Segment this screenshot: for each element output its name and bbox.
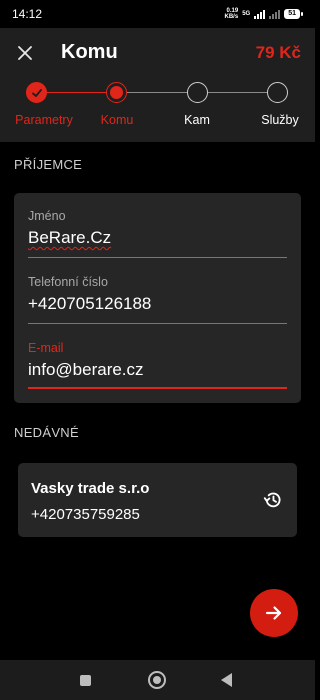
system-navigation-bar <box>0 660 315 700</box>
recents-button[interactable] <box>80 675 91 686</box>
name-field-underline <box>28 257 287 258</box>
history-icon <box>263 492 281 508</box>
step-label-komu: Komu <box>100 113 134 127</box>
battery-icon: 51 <box>284 9 303 19</box>
network-type-label: 5G <box>242 11 251 17</box>
name-field[interactable]: Jméno BeRare.Cz <box>28 209 287 248</box>
phone-field-label: Telefonní číslo <box>28 275 108 289</box>
stepper-line-done <box>47 92 107 93</box>
back-button[interactable] <box>221 673 232 687</box>
name-field-label: Jméno <box>28 209 66 223</box>
status-icons: 0.19 KB/s 5G 51 <box>225 8 303 20</box>
phone-field-value[interactable]: +420705126188 <box>28 294 287 314</box>
signal-icon <box>254 9 266 19</box>
phone-field-underline <box>28 323 287 324</box>
history-button[interactable] <box>262 489 284 511</box>
step-kam[interactable] <box>187 82 208 103</box>
page-title: Komu <box>61 41 118 63</box>
header: Komu 79 Kč Parametry Komu Kam Služby <box>0 28 315 142</box>
recent-contact-item[interactable]: Vasky trade s.r.o +420735759285 <box>18 463 297 537</box>
email-field[interactable]: E-mail info@berare.cz <box>28 341 287 380</box>
step-parametry[interactable] <box>26 82 47 103</box>
progress-stepper: Parametry Komu Kam Služby <box>0 81 315 131</box>
phone-field[interactable]: Telefonní číslo +420705126188 <box>28 275 287 314</box>
status-bar: 14:12 0.19 KB/s 5G 51 <box>0 0 315 28</box>
arrow-right-icon <box>265 606 282 620</box>
email-field-underline <box>28 387 287 389</box>
network-speed: 0.19 KB/s <box>225 8 239 20</box>
section-title-recipient: PŘÍJEMCE <box>14 157 83 172</box>
recent-contact-phone: +420735759285 <box>31 506 140 523</box>
status-time: 14:12 <box>12 7 43 21</box>
recipient-form: Jméno BeRare.Cz Telefonní číslo +4207051… <box>14 193 301 403</box>
recent-contact-name: Vasky trade s.r.o <box>31 480 150 497</box>
section-title-recent: NEDÁVNÉ <box>14 425 79 440</box>
top-app-bar: Komu 79 Kč <box>0 34 315 72</box>
check-icon <box>31 88 42 97</box>
home-button[interactable] <box>148 671 166 689</box>
network-speed-unit: KB/s <box>224 14 239 20</box>
step-sluzby[interactable] <box>267 82 288 103</box>
step-komu[interactable] <box>106 82 127 103</box>
email-field-value[interactable]: info@berare.cz <box>28 360 287 380</box>
email-field-label: E-mail <box>28 341 64 355</box>
next-button[interactable] <box>250 589 298 637</box>
price-label: 79 Kč <box>255 43 301 62</box>
stepper-line <box>127 92 188 93</box>
close-icon <box>18 46 32 60</box>
step-label-kam: Kam <box>184 113 210 127</box>
name-field-value[interactable]: BeRare.Cz <box>28 228 111 247</box>
signal-secondary-icon <box>269 9 281 19</box>
home-icon <box>153 676 161 684</box>
network-type: 5G <box>242 11 250 17</box>
close-button[interactable] <box>14 42 36 64</box>
step-label-sluzby: Služby <box>261 113 299 127</box>
battery-level: 51 <box>284 9 300 19</box>
stepper-line <box>208 92 268 93</box>
step-label-parametry: Parametry <box>15 113 73 127</box>
